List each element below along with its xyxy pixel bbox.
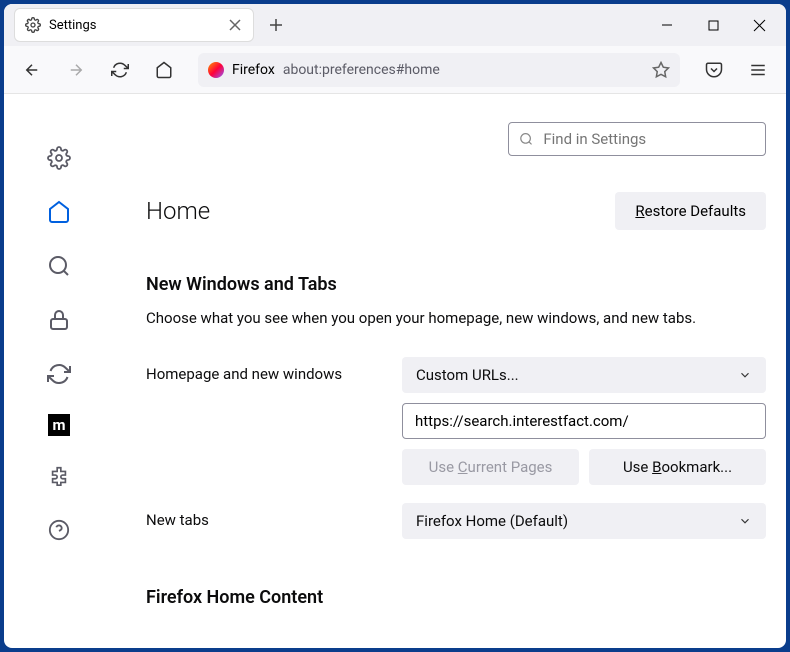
newtabs-dropdown[interactable]: Firefox Home (Default) [402, 503, 766, 539]
restore-defaults-button[interactable]: Restore Defaults [615, 192, 766, 230]
newtabs-label: New tabs [146, 503, 382, 529]
bookmark-star-icon[interactable] [652, 61, 670, 79]
close-window-button[interactable] [736, 4, 782, 46]
homepage-dropdown[interactable]: Custom URLs... [402, 357, 766, 393]
sidebar-general[interactable] [45, 144, 73, 172]
content-section-heading: Firefox Home Content [146, 587, 766, 608]
maximize-button[interactable] [690, 4, 736, 46]
dropdown-value: Custom URLs... [416, 366, 519, 384]
browser-tab[interactable]: Settings [14, 8, 254, 42]
back-button[interactable] [16, 54, 48, 86]
section-heading: New Windows and Tabs [146, 274, 766, 295]
sidebar-sync[interactable] [45, 360, 73, 388]
homepage-url-input[interactable] [402, 403, 766, 439]
sidebar: m [4, 94, 114, 648]
close-icon[interactable] [227, 17, 243, 33]
dropdown-value: Firefox Home (Default) [416, 512, 568, 530]
gear-icon [25, 17, 41, 33]
titlebar: Settings [4, 4, 786, 46]
minimize-button[interactable] [644, 4, 690, 46]
main-panel: Home Restore Defaults New Windows and Ta… [114, 94, 786, 648]
sidebar-privacy[interactable] [45, 306, 73, 334]
homepage-label: Homepage and new windows [146, 357, 382, 383]
chevron-down-icon [738, 514, 752, 528]
window: Settings Firefoxabout:preferences#home [4, 4, 786, 648]
settings-search[interactable] [508, 122, 766, 156]
home-button[interactable] [148, 54, 180, 86]
firefox-logo-icon [208, 62, 224, 78]
sidebar-search[interactable] [45, 252, 73, 280]
search-icon [519, 131, 533, 147]
sidebar-home[interactable] [45, 198, 73, 226]
sidebar-extension-icon[interactable]: m [48, 414, 70, 436]
tab-title: Settings [49, 18, 219, 33]
sidebar-extensions[interactable] [45, 462, 73, 490]
toolbar: Firefoxabout:preferences#home [4, 46, 786, 94]
use-bookmark-button[interactable]: Use Bookmark... [589, 449, 766, 485]
reload-button[interactable] [104, 54, 136, 86]
use-current-pages-button[interactable]: Use Current Pages [402, 449, 579, 485]
url-text: Firefoxabout:preferences#home [232, 62, 440, 78]
section-description: Choose what you see when you open your h… [146, 309, 766, 327]
window-controls [644, 4, 782, 46]
url-bar[interactable]: Firefoxabout:preferences#home [198, 53, 680, 87]
forward-button[interactable] [60, 54, 92, 86]
page-title: Home [146, 197, 210, 225]
new-tab-button[interactable] [260, 9, 292, 41]
menu-button[interactable] [742, 54, 774, 86]
pocket-button[interactable] [698, 54, 730, 86]
chevron-down-icon [738, 368, 752, 382]
settings-search-input[interactable] [543, 130, 755, 148]
sidebar-help[interactable] [45, 516, 73, 544]
content: m Home Restore Defaults New Windows and … [4, 94, 786, 648]
